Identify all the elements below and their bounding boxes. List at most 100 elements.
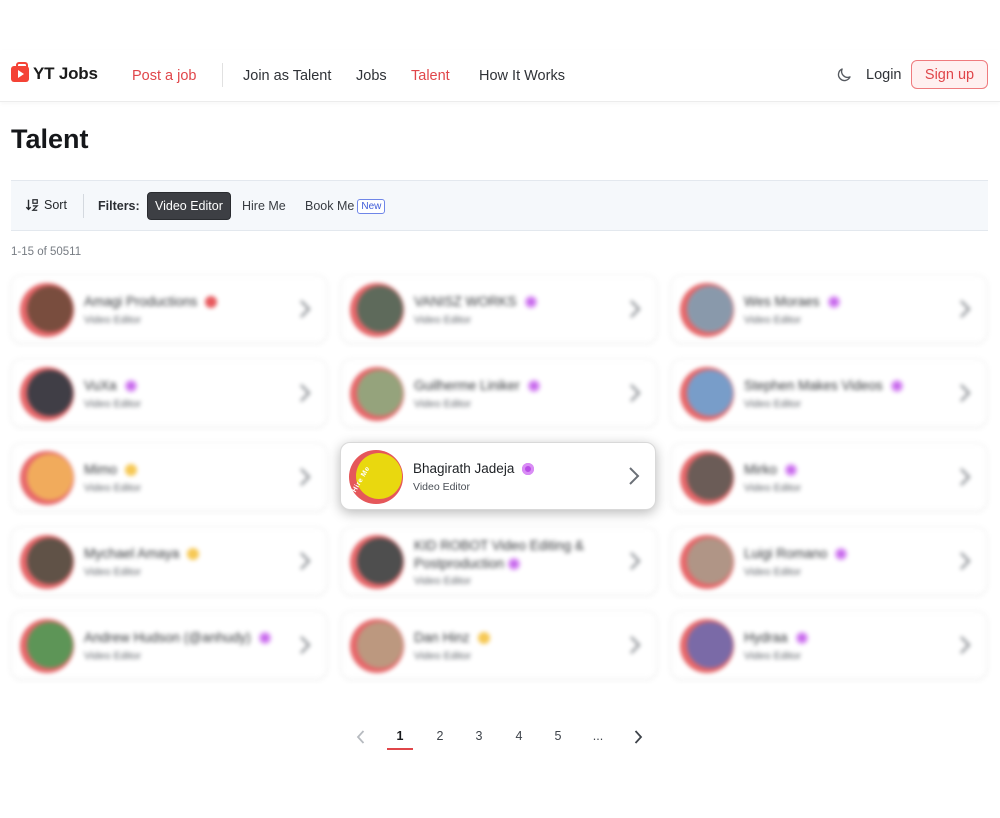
talent-name: Hydraa: [744, 630, 808, 645]
avatar: [680, 619, 734, 673]
login-link[interactable]: Login: [866, 67, 901, 83]
page-2[interactable]: 2: [427, 729, 453, 743]
talent-role: Video Editor: [744, 566, 802, 578]
filter-hire-me[interactable]: Hire Me: [235, 192, 293, 220]
verified-badge-icon: [827, 295, 840, 308]
chevron-right-icon: [630, 636, 641, 654]
talent-card[interactable]: Mimo Video Editor: [11, 443, 327, 511]
avatar: [350, 535, 404, 589]
talent-name: Amagi Productions: [84, 294, 218, 309]
page-1[interactable]: 1: [387, 729, 413, 743]
talent-name-text: Mimo: [84, 462, 117, 477]
avatar: [20, 451, 74, 505]
talent-name-text: KID ROBOT Video Editing & Postproduction: [414, 538, 584, 571]
talent-card[interactable]: Mychael Amaya Video Editor: [11, 527, 327, 595]
talent-name-text: Mychael Amaya: [84, 546, 180, 561]
avatar: [20, 535, 74, 589]
chevron-right-icon: [960, 300, 971, 318]
avatar: [680, 535, 734, 589]
talent-name-text: VuXa: [84, 378, 117, 393]
talent-name: Wes Moraes: [744, 294, 840, 309]
moon-icon[interactable]: [835, 66, 853, 84]
talent-role: Video Editor: [414, 398, 472, 410]
avatar: [350, 283, 404, 337]
talent-role: Video Editor: [744, 314, 802, 326]
sort-icon: [25, 199, 39, 211]
talent-card[interactable]: Dan Hinz Video Editor: [341, 611, 657, 679]
verified-badge-icon: [522, 462, 535, 475]
chevron-right-icon: [960, 636, 971, 654]
talent-name-text: Guilherme Liniker: [414, 378, 520, 393]
sort-button[interactable]: Sort: [25, 198, 67, 212]
talent-name: Bhagirath Jadeja: [413, 461, 535, 476]
next-page-icon[interactable]: [630, 728, 646, 746]
talent-name: Andrew Hudson (@anhudy): [84, 630, 271, 645]
chevron-right-icon: [960, 384, 971, 402]
talent-name-text: Amagi Productions: [84, 294, 198, 309]
page-4[interactable]: 4: [506, 729, 532, 743]
avatar-photo: [687, 622, 733, 668]
avatar: [350, 367, 404, 421]
talent-card[interactable]: Luigi Romano Video Editor: [671, 527, 987, 595]
talent-card[interactable]: Hire Me Bhagirath Jadeja Video Editor: [340, 442, 656, 510]
chevron-right-icon: [629, 467, 640, 485]
page-title: Talent: [11, 124, 89, 154]
nav-join-as-talent[interactable]: Join as Talent: [243, 68, 331, 84]
avatar: [20, 367, 74, 421]
talent-card[interactable]: Stephen Makes Videos Video Editor: [671, 359, 987, 427]
chevron-right-icon: [300, 300, 311, 318]
chevron-right-icon: [630, 300, 641, 318]
new-badge: New: [357, 198, 386, 214]
talent-card[interactable]: Amagi Productions Video Editor: [11, 275, 327, 343]
talent-name: Luigi Romano: [744, 546, 848, 561]
verified-badge-icon: [890, 379, 903, 392]
talent-role: Video Editor: [84, 398, 142, 410]
nav-how-it-works[interactable]: How It Works: [479, 68, 565, 84]
talent-role: Video Editor: [744, 482, 802, 494]
talent-name-text: Bhagirath Jadeja: [413, 461, 515, 476]
talent-role: Video Editor: [84, 482, 142, 494]
talent-card[interactable]: KID ROBOT Video Editing & Postproduction…: [341, 527, 657, 595]
page-5[interactable]: 5: [545, 729, 571, 743]
avatar-photo: [357, 622, 403, 668]
talent-role: Video Editor: [744, 398, 802, 410]
talent-name-text: Andrew Hudson (@anhudy): [84, 630, 251, 645]
prev-page-icon[interactable]: [353, 728, 369, 746]
talent-card[interactable]: VANISZ WORKS Video Editor: [341, 275, 657, 343]
nav-divider: [222, 63, 223, 87]
talent-role: Video Editor: [84, 566, 142, 578]
post-job-link[interactable]: Post a job: [132, 68, 197, 84]
talent-name-text: Wes Moraes: [744, 294, 820, 309]
talent-name: VuXa: [84, 378, 137, 393]
verified-badge-icon: [795, 631, 808, 644]
avatar: [20, 619, 74, 673]
talent-name: Stephen Makes Videos: [744, 378, 903, 393]
page-3[interactable]: 3: [466, 729, 492, 743]
filters-label: Filters:: [98, 199, 140, 213]
avatar: [680, 451, 734, 505]
filter-book-me[interactable]: Book Me New: [298, 192, 392, 220]
filter-video-editor[interactable]: Video Editor: [147, 192, 231, 220]
avatar-photo: [27, 454, 73, 500]
brand-logo[interactable]: YT Jobs: [11, 62, 98, 84]
avatar-photo: [357, 538, 403, 584]
talent-card[interactable]: Andrew Hudson (@anhudy) Video Editor: [11, 611, 327, 679]
avatar-photo: [27, 370, 73, 416]
verified-badge-icon: [508, 558, 521, 571]
signup-button[interactable]: Sign up: [911, 60, 988, 89]
filter-bar: Sort Filters: Video Editor Hire Me Book …: [11, 180, 988, 231]
verified-badge-icon: [477, 631, 490, 644]
nav-jobs[interactable]: Jobs: [356, 68, 387, 84]
filter-book-me-label: Book Me: [305, 199, 355, 213]
nav-talent[interactable]: Talent: [411, 68, 450, 84]
talent-name: Guilherme Liniker: [414, 378, 540, 393]
talent-card[interactable]: Guilherme Liniker Video Editor: [341, 359, 657, 427]
talent-card[interactable]: VuXa Video Editor: [11, 359, 327, 427]
talent-role: Video Editor: [744, 650, 802, 662]
filter-divider: [83, 194, 84, 218]
chevron-right-icon: [960, 468, 971, 486]
talent-card[interactable]: Mirko Video Editor: [671, 443, 987, 511]
talent-card[interactable]: Hydraa Video Editor: [671, 611, 987, 679]
talent-card[interactable]: Wes Moraes Video Editor: [671, 275, 987, 343]
avatar-photo: [687, 454, 733, 500]
